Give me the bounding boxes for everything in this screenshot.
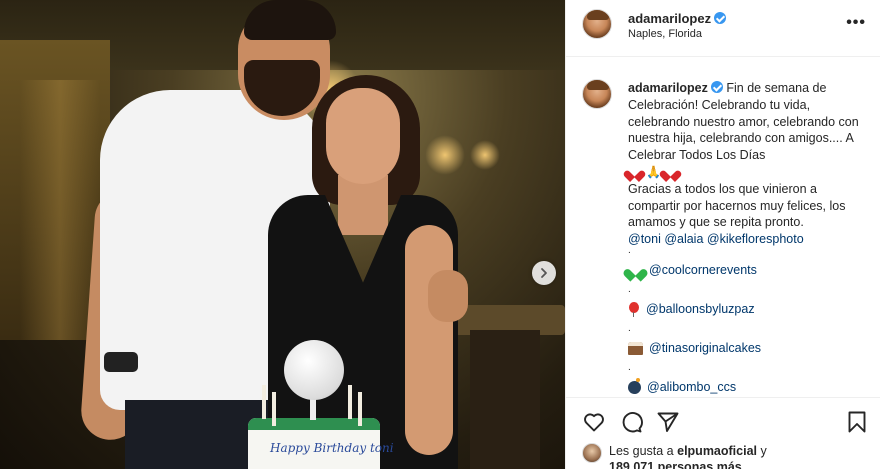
mention-link[interactable]: @alibombo_ccs xyxy=(647,379,736,396)
cake-ball xyxy=(284,340,344,400)
caption-mentions[interactable]: @toni @alaia @kikefloresphoto xyxy=(628,231,868,248)
avatar[interactable] xyxy=(582,9,612,39)
header-username[interactable]: adamarilopez xyxy=(628,11,727,26)
verified-badge-icon xyxy=(714,12,727,24)
chevron-right-icon xyxy=(541,268,547,278)
cake-icon xyxy=(628,341,643,355)
red-heart-icon xyxy=(628,166,641,177)
likes-count[interactable]: 189.071 personas más xyxy=(609,460,742,469)
more-options-icon[interactable]: ••• xyxy=(846,15,866,31)
candle xyxy=(272,392,276,426)
caption-thanks: Gracias a todos los que vinieron a compa… xyxy=(628,181,846,230)
caption: adamarilopez Fin de semana de Celebració… xyxy=(628,80,868,397)
photo-light xyxy=(425,135,465,175)
comment-icon[interactable] xyxy=(619,410,643,434)
caption-username[interactable]: adamarilopez xyxy=(628,81,708,95)
liker-avatar[interactable] xyxy=(582,443,602,463)
woman-face xyxy=(326,88,400,184)
share-icon[interactable] xyxy=(656,410,680,434)
credit-row: @balloonsbyluzpaz xyxy=(628,293,868,326)
location-link[interactable]: Naples, Florida xyxy=(628,28,702,40)
woman-arm xyxy=(405,225,453,455)
woman-neck xyxy=(338,175,388,235)
man-hair xyxy=(244,0,336,40)
likes-connector: y xyxy=(760,444,767,458)
green-heart-icon xyxy=(628,264,643,276)
mention-link[interactable]: @toni @alaia @kikefloresphoto xyxy=(628,232,804,246)
carousel-next-button[interactable] xyxy=(532,261,556,285)
emoji-row: 🙏 xyxy=(628,164,868,181)
cake-text: Happy Birthday toni xyxy=(270,441,394,455)
save-bookmark-icon[interactable] xyxy=(845,410,869,434)
red-heart-icon xyxy=(664,166,677,177)
caption-area: adamarilopez Fin de semana de Celebració… xyxy=(566,57,880,397)
candle xyxy=(262,385,266,419)
man-hand xyxy=(428,270,468,322)
header-username-text[interactable]: adamarilopez xyxy=(628,11,711,26)
candle xyxy=(358,392,362,426)
action-bar xyxy=(566,397,880,439)
mention-link[interactable]: @coolcornerevents xyxy=(649,262,757,279)
watch xyxy=(104,352,138,372)
liker-username[interactable]: elpumaoficial xyxy=(677,444,757,458)
likes-prefix: Les gusta a xyxy=(609,444,674,458)
photo-light xyxy=(470,140,500,170)
post-header: adamarilopez Naples, Florida ••• xyxy=(566,0,880,57)
post-panel: adamarilopez Naples, Florida ••• adamari… xyxy=(565,0,880,469)
candle xyxy=(348,385,352,419)
caption-main: adamarilopez Fin de semana de Celebració… xyxy=(628,80,868,164)
credit-row: @coolcornerevents xyxy=(628,254,868,287)
likes-text: Les gusta a elpumaoficial y 189.071 pers… xyxy=(609,443,869,469)
caption-avatar[interactable] xyxy=(582,79,612,109)
balloon-icon xyxy=(628,302,640,318)
photo-chair xyxy=(470,330,540,469)
verified-badge-icon xyxy=(710,81,723,93)
mention-link[interactable]: @tinasoriginalcakes xyxy=(649,340,761,357)
credit-row: @alibombo_ccs xyxy=(628,371,868,397)
cake-stick xyxy=(310,398,316,420)
credit-row: @tinasoriginalcakes xyxy=(628,332,868,365)
like-heart-icon[interactable] xyxy=(582,410,606,434)
post-photo[interactable]: Happy Birthday toni xyxy=(0,0,565,469)
mention-link[interactable]: @balloonsbyluzpaz xyxy=(646,301,755,318)
bomb-icon xyxy=(628,377,641,394)
likes-summary: Les gusta a elpumaoficial y 189.071 pers… xyxy=(566,439,880,469)
